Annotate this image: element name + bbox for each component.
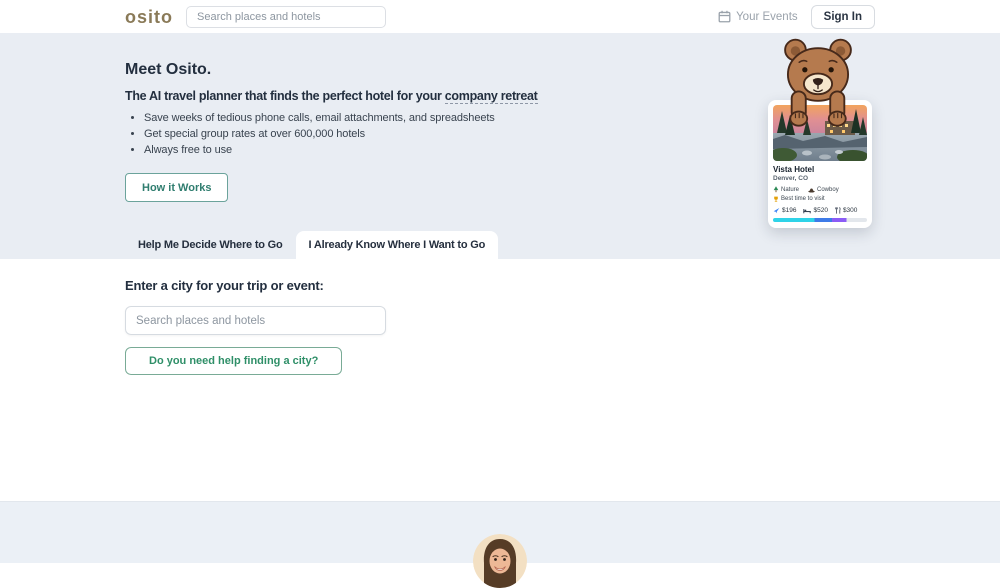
price-row: $196 $520 $300 — [773, 207, 867, 214]
your-events-label: Your Events — [736, 11, 798, 23]
tree-icon — [773, 186, 779, 193]
destination-tabs: Help Me Decide Where to Go I Already Kno… — [125, 231, 498, 259]
best-time-row: Best time to visit — [773, 196, 867, 202]
tab-already-know[interactable]: I Already Know Where I Want to Go — [296, 231, 499, 259]
bear-mascot-illustration — [771, 35, 865, 129]
plane-icon — [773, 207, 780, 214]
bullet-item: Get special group rates at over 600,000 … — [144, 128, 640, 140]
flight-price: $196 — [773, 207, 796, 214]
hero-subtitle-text: The AI travel planner that finds the per… — [125, 89, 445, 103]
help-finding-city-button[interactable]: Do you need help finding a city? — [125, 347, 342, 375]
your-events-link[interactable]: Your Events — [718, 10, 798, 23]
sign-in-button[interactable]: Sign In — [811, 5, 875, 29]
osito-logo[interactable]: osito — [125, 8, 173, 26]
how-it-works-button[interactable]: How it Works — [125, 173, 228, 202]
hotel-tags: Nature Cowboy — [773, 186, 867, 193]
hotel-location: Denver, CO — [773, 175, 867, 182]
page-title: Meet Osito. — [125, 61, 640, 79]
food-price: $300 — [835, 207, 857, 214]
nav-search-input[interactable] — [186, 6, 386, 28]
city-search-input[interactable] — [125, 306, 386, 335]
price-value: $196 — [782, 207, 796, 214]
tag-label: Cowboy — [817, 187, 839, 193]
company-retreat-link[interactable]: company retreat — [445, 89, 538, 104]
tag-label: Nature — [781, 187, 799, 193]
testimonial-section — [0, 501, 1000, 563]
testimonial-avatar — [473, 534, 527, 588]
tag-nature: Nature — [773, 186, 799, 193]
trophy-icon — [773, 196, 779, 202]
hotel-name: Vista Hotel — [773, 165, 867, 174]
utensils-icon — [835, 207, 841, 214]
hero-bullet-list: Save weeks of tedious phone calls, email… — [125, 112, 640, 156]
cowboy-hat-icon — [808, 187, 815, 193]
price-value: $300 — [843, 207, 857, 214]
hero-subtitle: The AI travel planner that finds the per… — [125, 89, 640, 103]
bullet-item: Save weeks of tedious phone calls, email… — [144, 112, 640, 124]
navbar-right: Your Events Sign In — [718, 5, 875, 29]
hotel-price: $520 — [803, 207, 827, 214]
hero-section: Meet Osito. The AI travel planner that f… — [0, 33, 1000, 259]
hero-content: Meet Osito. The AI travel planner that f… — [0, 33, 640, 202]
calendar-icon — [718, 10, 731, 23]
tag-cowboy: Cowboy — [808, 187, 839, 193]
navbar: osito Your Events Sign In — [0, 0, 1000, 33]
tab-help-me-decide[interactable]: Help Me Decide Where to Go — [125, 231, 296, 259]
city-entry-heading: Enter a city for your trip or event: — [125, 278, 1000, 293]
bullet-item: Always free to use — [144, 144, 640, 156]
price-value: $520 — [813, 207, 827, 214]
bed-icon — [803, 208, 811, 214]
budget-progress-bar — [773, 218, 867, 222]
best-time-label: Best time to visit — [781, 196, 825, 202]
city-entry-panel: Enter a city for your trip or event: Do … — [0, 259, 1000, 501]
